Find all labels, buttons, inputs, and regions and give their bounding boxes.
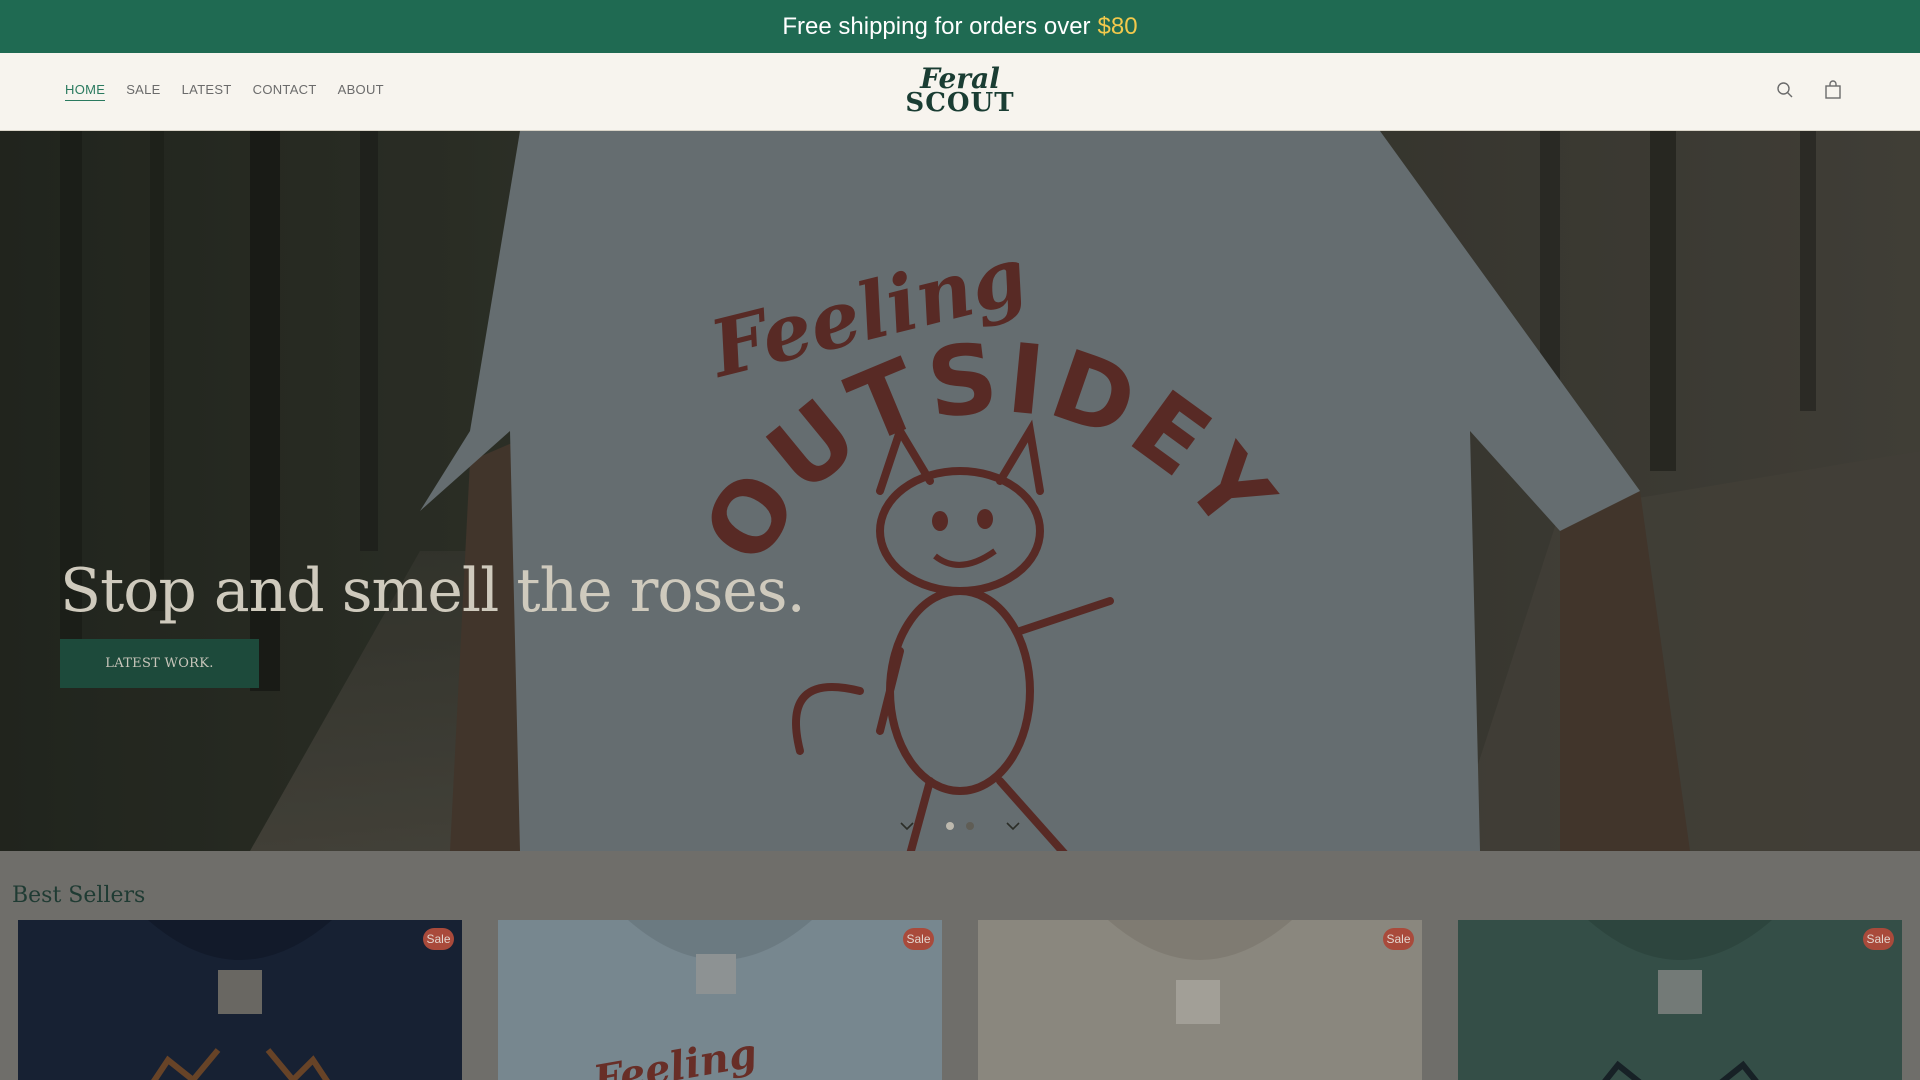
brand-logo[interactable]: Feral SCOUT (905, 65, 1015, 118)
product-card[interactable]: Sale (978, 920, 1422, 1080)
nav-sale[interactable]: SALE (126, 82, 160, 101)
nav-home[interactable]: HOME (65, 82, 106, 101)
product-card[interactable]: Feeling Sale (498, 920, 942, 1080)
page: Free shipping for orders over $80 HOME S… (0, 0, 1920, 1080)
sale-badge: Sale (903, 928, 934, 950)
search-icon[interactable] (1774, 79, 1796, 101)
hero-image: Feeling OUTSIDEY (0, 131, 1920, 851)
sale-badge: Sale (1383, 928, 1414, 950)
nav-contact[interactable]: CONTACT (253, 82, 317, 101)
product-image (1458, 920, 1902, 1080)
hero-title: Stop and smell the roses. (60, 556, 806, 626)
slide-dot-2[interactable] (966, 822, 974, 830)
prev-slide-icon[interactable] (896, 818, 918, 834)
sale-badge: Sale (1863, 928, 1894, 950)
product-image (978, 920, 1422, 1080)
slideshow-controls (0, 818, 1920, 834)
announcement-bar: Free shipping for orders over $80 (0, 0, 1920, 53)
header-icons (1774, 79, 1844, 101)
logo-line-2: SCOUT (905, 88, 1015, 118)
nav-about[interactable]: ABOUT (338, 82, 384, 101)
hero-banner: Feeling OUTSIDEY Stop and smell the rose… (0, 131, 1920, 851)
latest-work-button[interactable]: LATEST WORK. (60, 639, 259, 688)
sale-badge: Sale (423, 928, 454, 950)
product-card[interactable]: Sale (1458, 920, 1902, 1080)
product-grid: Sale Feeling Sale Sale Sale (18, 920, 1902, 1080)
best-sellers-section: Best Sellers Sale Feeling Sale Sale Sale (0, 851, 1920, 1080)
site-header: HOME SALE LATEST CONTACT ABOUT Feral SCO… (0, 53, 1920, 131)
product-image: Feeling (498, 920, 942, 1080)
cart-icon[interactable] (1822, 79, 1844, 101)
product-card[interactable]: Sale (18, 920, 462, 1080)
product-image (18, 920, 462, 1080)
slide-dot-1[interactable] (946, 822, 954, 830)
best-sellers-title: Best Sellers (12, 883, 146, 908)
announcement-text: Free shipping for orders over (782, 12, 1091, 40)
next-slide-icon[interactable] (1002, 818, 1024, 834)
nav-latest[interactable]: LATEST (182, 82, 232, 101)
main-nav: HOME SALE LATEST CONTACT ABOUT (65, 82, 384, 101)
announcement-amount: $80 (1097, 12, 1138, 40)
